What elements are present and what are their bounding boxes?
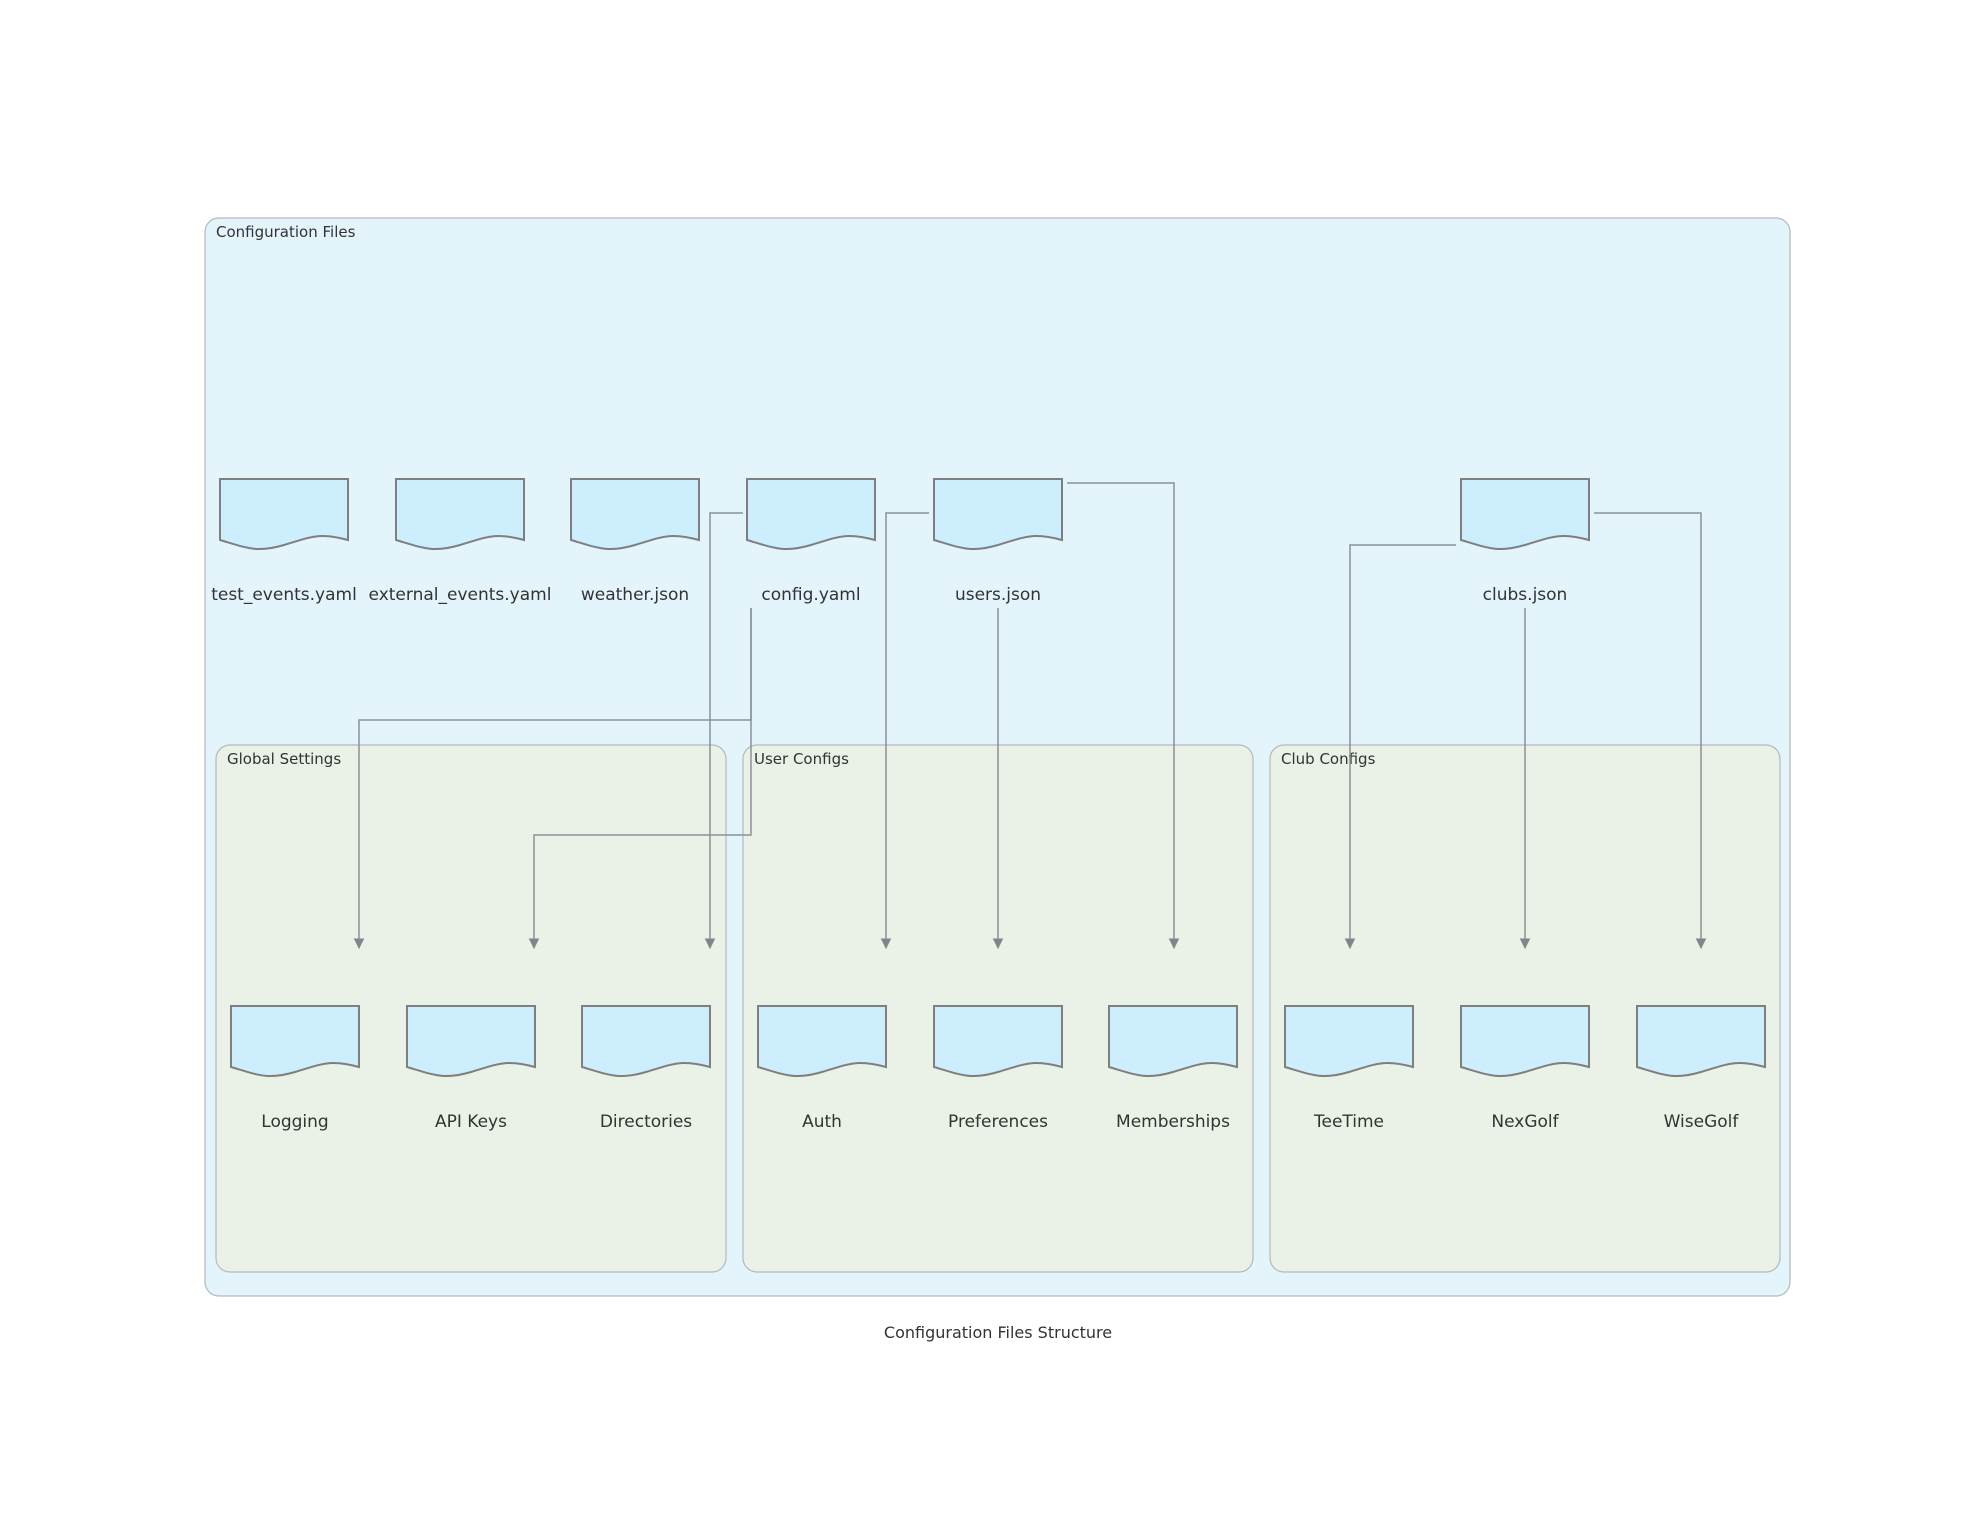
node-label: config.yaml xyxy=(761,585,860,605)
node-label: TeeTime xyxy=(1313,1112,1384,1132)
node-label: Auth xyxy=(802,1112,842,1132)
cluster-user-configs-label: User Configs xyxy=(754,750,849,768)
node-label: NexGolf xyxy=(1491,1112,1559,1132)
node-label: Directories xyxy=(600,1112,692,1132)
node-label: weather.json xyxy=(581,585,689,605)
node-label: Preferences xyxy=(948,1112,1048,1132)
node-label: external_events.yaml xyxy=(369,585,552,605)
cluster-club-configs-label: Club Configs xyxy=(1281,750,1376,768)
node-label: test_events.yaml xyxy=(211,585,357,605)
node-label: users.json xyxy=(955,585,1041,605)
diagram-caption: Configuration Files Structure xyxy=(884,1323,1112,1342)
node-label: clubs.json xyxy=(1483,585,1568,605)
cluster-global-settings-label: Global Settings xyxy=(227,750,341,768)
node-label: WiseGolf xyxy=(1664,1112,1740,1132)
node-label: Logging xyxy=(261,1112,328,1132)
cluster-configuration-files-label: Configuration Files xyxy=(216,223,356,241)
node-label: Memberships xyxy=(1116,1112,1230,1132)
config-files-diagram: Configuration Files Global Settings User… xyxy=(204,217,1791,1342)
node-label: API Keys xyxy=(435,1112,507,1132)
